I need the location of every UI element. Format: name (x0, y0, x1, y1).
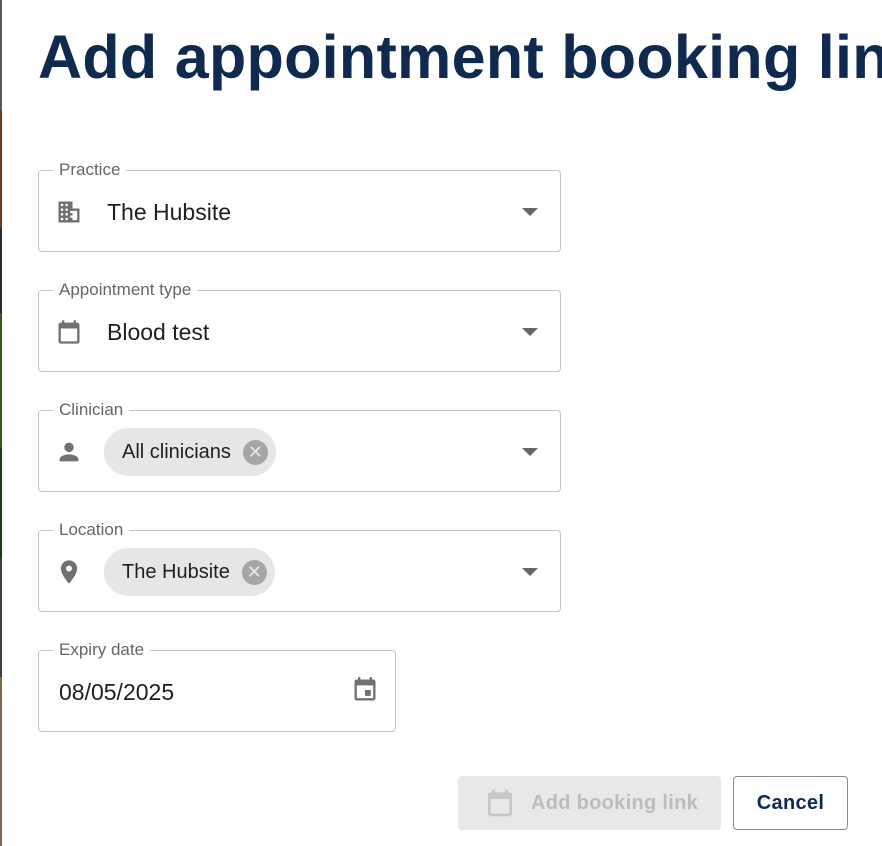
location-label: Location (53, 519, 130, 541)
clinician-chip[interactable]: All clinicians ✕ (104, 428, 276, 476)
practice-label: Practice (53, 159, 127, 181)
location-select[interactable]: Location The Hubsite ✕ (38, 519, 561, 612)
expiry-date-field[interactable]: Expiry date 08/05/2025 (38, 639, 396, 732)
chip-remove-icon[interactable]: ✕ (241, 559, 267, 585)
chevron-down-icon[interactable] (522, 448, 538, 456)
expiry-date-value[interactable]: 08/05/2025 (59, 679, 174, 706)
person-icon (55, 438, 83, 466)
chip-remove-icon[interactable]: ✕ (242, 439, 268, 465)
cancel-button[interactable]: Cancel (733, 776, 848, 830)
chip-label: All clinicians (122, 440, 231, 463)
expiry-date-label: Expiry date (53, 639, 151, 661)
calendar-icon (55, 318, 83, 346)
background-window-edge (0, 0, 2, 846)
practice-value: The Hubsite (107, 199, 232, 225)
practice-select[interactable]: Practice The Hubsite (38, 159, 561, 252)
appointment-type-label: Appointment type (53, 279, 198, 301)
appointment-type-select[interactable]: Appointment type Blood test (38, 279, 561, 372)
location-pin-icon (55, 558, 83, 586)
chip-label: The Hubsite (122, 560, 230, 583)
clinician-label: Clinician (53, 399, 130, 421)
building-icon (55, 198, 83, 226)
chevron-down-icon[interactable] (522, 208, 538, 216)
clinician-select[interactable]: Clinician All clinicians ✕ (38, 399, 561, 492)
cancel-label: Cancel (756, 791, 825, 814)
calendar-icon (484, 787, 516, 819)
location-chip[interactable]: The Hubsite ✕ (104, 548, 275, 596)
chevron-down-icon[interactable] (522, 328, 538, 336)
add-booking-link-button[interactable]: Add booking link (458, 776, 721, 830)
chevron-down-icon[interactable] (522, 568, 538, 576)
calendar-event-icon[interactable] (351, 676, 379, 704)
appointment-type-value: Blood test (107, 319, 210, 345)
add-booking-link-label: Add booking link (531, 791, 699, 814)
dialog-title: Add appointment booking link (38, 23, 882, 91)
